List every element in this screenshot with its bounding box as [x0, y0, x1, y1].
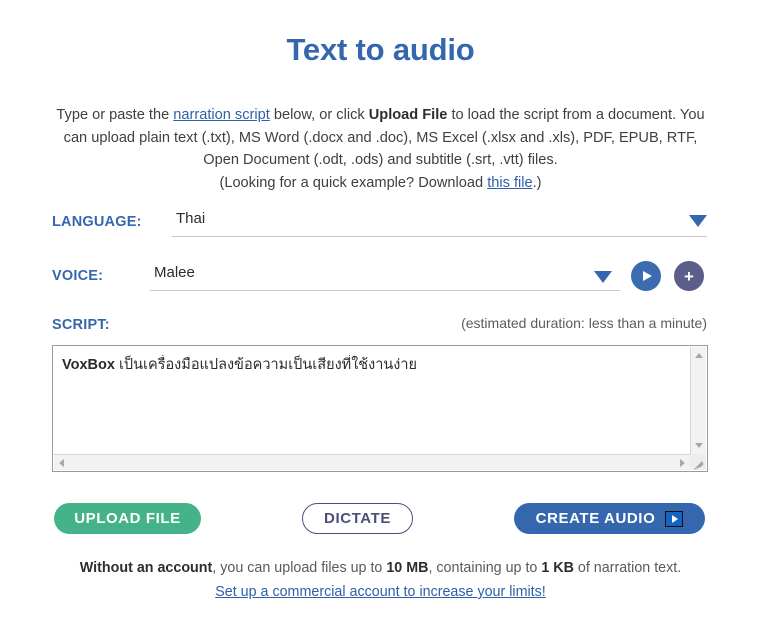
language-selected-value: Thai [176, 210, 206, 227]
vertical-scrollbar[interactable] [690, 347, 706, 454]
upload-file-button[interactable]: UPLOAD FILE [54, 503, 201, 534]
commercial-account-link-row: Set up a commercial account to increase … [0, 584, 761, 600]
dictate-button[interactable]: DICTATE [302, 503, 413, 534]
script-label: SCRIPT: [52, 317, 110, 333]
account-limits-note: Without an account, you can upload files… [0, 560, 761, 576]
text-size-limit: 1 KB [541, 560, 574, 576]
estimated-duration: (estimated duration: less than a minute) [461, 315, 707, 331]
intro-text-1: Type or paste the [56, 107, 174, 123]
chevron-down-icon[interactable] [689, 215, 707, 227]
intro-upload-file-emphasis: Upload File [368, 107, 448, 123]
resize-grip-icon[interactable] [690, 454, 706, 470]
narration-script-link[interactable]: narration script [173, 107, 270, 123]
intro-text-2: below, or click [269, 107, 369, 123]
intro-example-line: (Looking for a quick example? Download t… [48, 172, 713, 195]
this-file-link[interactable]: this file [487, 175, 532, 191]
voice-select[interactable]: Malee [150, 263, 620, 291]
preview-voice-button[interactable] [631, 261, 661, 291]
intro-text-4: (Looking for a quick example? Download [219, 174, 488, 191]
create-audio-button[interactable]: CREATE AUDIO [514, 503, 705, 534]
text-to-audio-page: Text to audio Type or paste the narratio… [0, 0, 761, 618]
horizontal-scrollbar[interactable] [54, 454, 690, 470]
add-voice-button[interactable]: + [674, 261, 704, 291]
footer-text-2: , containing up to [428, 560, 542, 576]
chevron-down-icon[interactable] [594, 271, 612, 283]
upload-size-limit: 10 MB [386, 560, 429, 576]
footer-text-1: , you can upload files up to [212, 560, 387, 576]
page-title: Text to audio [286, 32, 475, 67]
footer-text-3: of narration text. [573, 560, 682, 576]
plus-icon: + [684, 266, 694, 286]
language-label: LANGUAGE: [52, 214, 142, 230]
scroll-right-icon[interactable] [680, 458, 685, 467]
script-text-content: VoxBox เป็นเครื่องมือแปลงข้อความเป็นเสีย… [62, 355, 685, 375]
voice-label: VOICE: [52, 268, 104, 284]
intro-text-5: .) [532, 174, 542, 191]
language-select[interactable]: Thai [172, 209, 707, 237]
create-audio-label: CREATE AUDIO [535, 510, 656, 527]
play-icon [642, 271, 652, 281]
intro-paragraph: Type or paste the narration script below… [48, 104, 713, 194]
voice-selected-value: Malee [154, 264, 195, 281]
scroll-down-icon[interactable] [694, 443, 703, 448]
script-body-text: เป็นเครื่องมือแปลงข้อความเป็นเสียงที่ใช้… [114, 357, 417, 373]
script-textarea[interactable]: VoxBox เป็นเครื่องมือแปลงข้อความเป็นเสีย… [52, 345, 708, 472]
script-brand-word: VoxBox [62, 357, 115, 373]
scroll-up-icon[interactable] [694, 353, 703, 358]
commercial-account-link[interactable]: Set up a commercial account to increase … [215, 584, 546, 600]
scroll-left-icon[interactable] [59, 458, 64, 467]
without-account-emphasis: Without an account [79, 560, 213, 576]
play-icon [665, 510, 684, 527]
